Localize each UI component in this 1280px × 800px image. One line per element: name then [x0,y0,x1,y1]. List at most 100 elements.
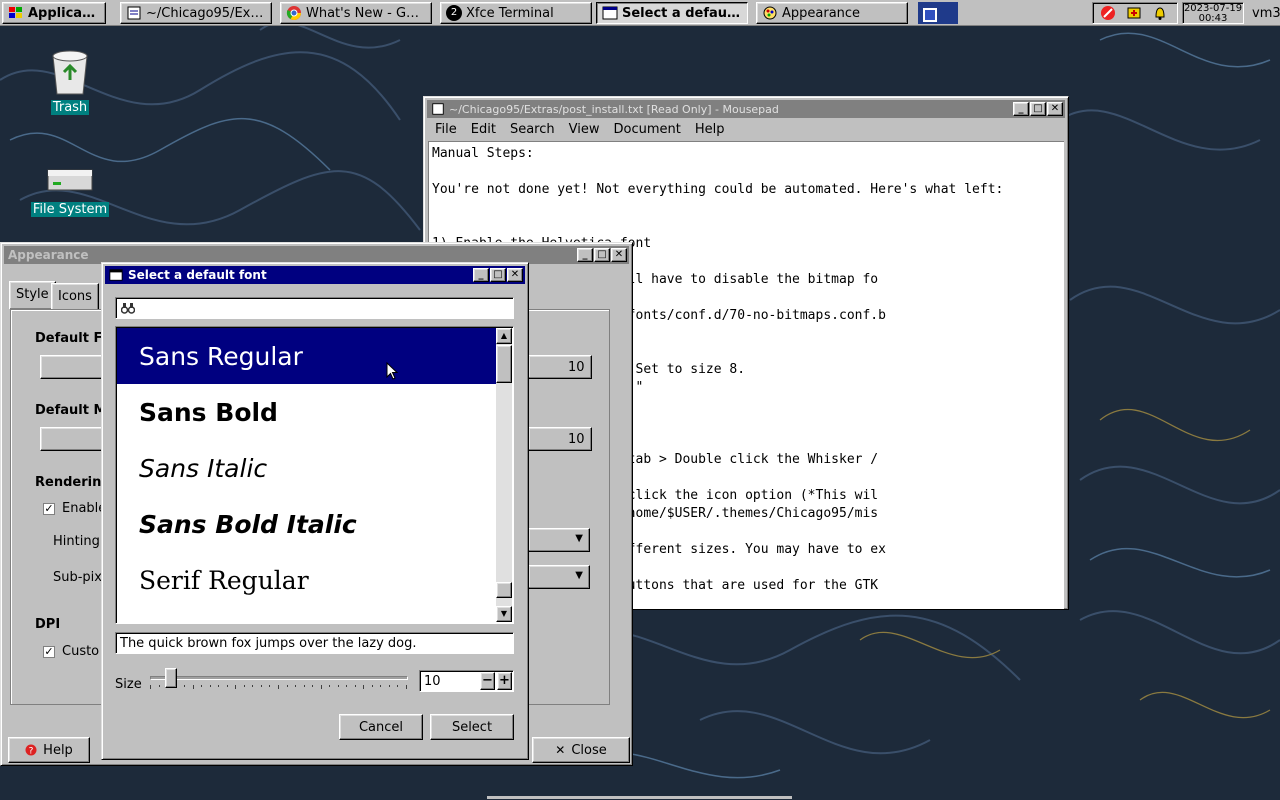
subpixel-dropdown[interactable]: ▼ [528,565,590,589]
size-spinbox[interactable]: 10 − + [419,670,514,692]
slider-tick [312,685,313,687]
workspace-1-icon [923,7,937,22]
task-label: Select a default f... [622,5,742,21]
font-name: Sans Regular [139,341,303,371]
rendering-heading: Rendering [35,475,111,490]
task-appearance[interactable]: Appearance [756,2,908,24]
custom-dpi-checkbox[interactable]: ✓ [43,646,55,658]
top-panel: Applications ~/Chicago95/Extra... What's… [0,0,1280,26]
font-dialog-titlebar[interactable]: Select a default font _ □ ✕ [105,266,525,284]
close-button[interactable]: ✕ [1047,102,1063,116]
task-label: Appearance [782,5,861,21]
tab-icons[interactable]: Icons [51,283,99,311]
default-mono-button[interactable] [40,427,110,451]
font-search-field[interactable] [115,297,514,319]
font-search-input[interactable] [140,299,508,317]
scroll-thumb-lower[interactable] [496,582,512,598]
cancel-button[interactable]: Cancel [339,714,423,740]
desktop-icon-file-system[interactable]: File System [25,164,115,217]
font-item-sans-bold[interactable]: Sans Bold [117,384,497,440]
increment-button[interactable]: + [497,672,512,690]
button-label: Help [43,742,73,758]
scroll-thumb[interactable] [496,345,512,383]
menu-file[interactable]: File [428,119,464,141]
font-list[interactable]: Sans Regular Sans Bold Sans Italic Sans … [115,326,514,624]
scroll-up-button[interactable]: ▲ [496,328,512,344]
enable-label: Enable [62,501,107,516]
applications-menu-button[interactable]: Applications [2,2,106,24]
notepad-icon [432,103,444,115]
slider-thumb[interactable] [165,668,177,688]
task-select-font[interactable]: Select a default f... [596,2,748,24]
font-name: Sans Bold [139,397,278,427]
window-title: Select a default font [128,268,267,282]
minimize-button[interactable]: _ [577,248,593,262]
notification-bell-icon[interactable] [1152,5,1168,21]
task-chrome[interactable]: What's New - Goog... [280,2,432,24]
close-button[interactable]: ✕ Close [532,737,630,763]
minimize-button[interactable]: _ [473,268,489,282]
task-terminal[interactable]: 2 Xfce Terminal [440,2,592,24]
hinting-dropdown[interactable]: ▼ [528,528,590,552]
default-font-size: 10 [568,360,585,375]
subpixel-label: Sub-pix [53,570,102,585]
task-mousepad[interactable]: ~/Chicago95/Extra... [120,2,272,24]
decrement-button[interactable]: − [480,672,495,690]
slider-tick [252,685,253,687]
size-slider[interactable] [150,668,412,694]
workspace-switcher[interactable] [918,2,958,24]
slider-tick [227,685,228,687]
font-item-sans-regular[interactable]: Sans Regular [117,328,497,384]
button-label: Cancel [358,719,404,735]
maximize-button[interactable]: □ [1030,102,1046,116]
maximize-button[interactable]: □ [490,268,506,282]
font-list-scrollbar[interactable]: ▲ ▼ [496,328,512,622]
slider-tick [193,685,194,689]
menu-view[interactable]: View [562,119,607,141]
size-label: Size [115,677,142,692]
binoculars-icon [121,303,135,314]
network-disconnected-icon[interactable] [1100,5,1116,21]
close-button[interactable]: ✕ [507,268,523,282]
menu-search[interactable]: Search [503,119,562,141]
hard-drive-icon [47,169,93,191]
task-label: ~/Chicago95/Extra... [146,5,266,21]
font-name: Sans Italic [139,453,268,483]
font-name: Serif Regular [139,565,309,595]
font-name: Sans Bold Italic [139,509,357,539]
font-item-sans-bold-italic[interactable]: Sans Bold Italic [117,496,497,552]
select-button[interactable]: Select [430,714,514,740]
slider-tick [397,685,398,687]
menu-document[interactable]: Document [606,119,687,141]
default-mono-size: 10 [568,432,585,447]
applications-label: Applications [28,5,100,21]
font-preview-field[interactable]: The quick brown fox jumps over the lazy … [115,632,514,654]
slider-tick [304,685,305,687]
scroll-down-button[interactable]: ▼ [496,606,512,622]
user-menu[interactable]: vm3 [1248,2,1280,24]
mousepad-titlebar[interactable]: ~/Chicago95/Extras/post_install.txt [Rea… [427,100,1065,118]
enable-antialias-checkbox[interactable]: ✓ [43,503,55,515]
close-button[interactable]: ✕ [611,248,627,262]
menu-help[interactable]: Help [688,119,732,141]
slider-tick [355,685,356,687]
desktop-icon-trash[interactable]: Trash [25,46,115,115]
slider-tick [278,685,279,689]
tab-style[interactable]: Style [9,281,56,309]
menu-edit[interactable]: Edit [464,119,503,141]
slider-tick [184,685,185,687]
help-button[interactable]: ? Help [8,737,90,763]
default-font-button[interactable] [40,355,110,379]
hinting-label: Hinting [53,534,100,549]
custom-dpi-label: Custo [62,644,100,659]
font-item-serif-regular[interactable]: Serif Regular [117,552,497,608]
update-manager-icon[interactable] [1126,5,1142,21]
minimize-button[interactable]: _ [1013,102,1029,116]
font-item-sans-italic[interactable]: Sans Italic [117,440,497,496]
slider-tick [287,685,288,687]
dpi-heading: DPI [35,617,61,632]
close-icon: ✕ [555,743,566,757]
desktop-icon-label: Trash [50,100,90,115]
maximize-button[interactable]: □ [594,248,610,262]
clock[interactable]: 2023-07-19 00:43 [1182,2,1244,24]
